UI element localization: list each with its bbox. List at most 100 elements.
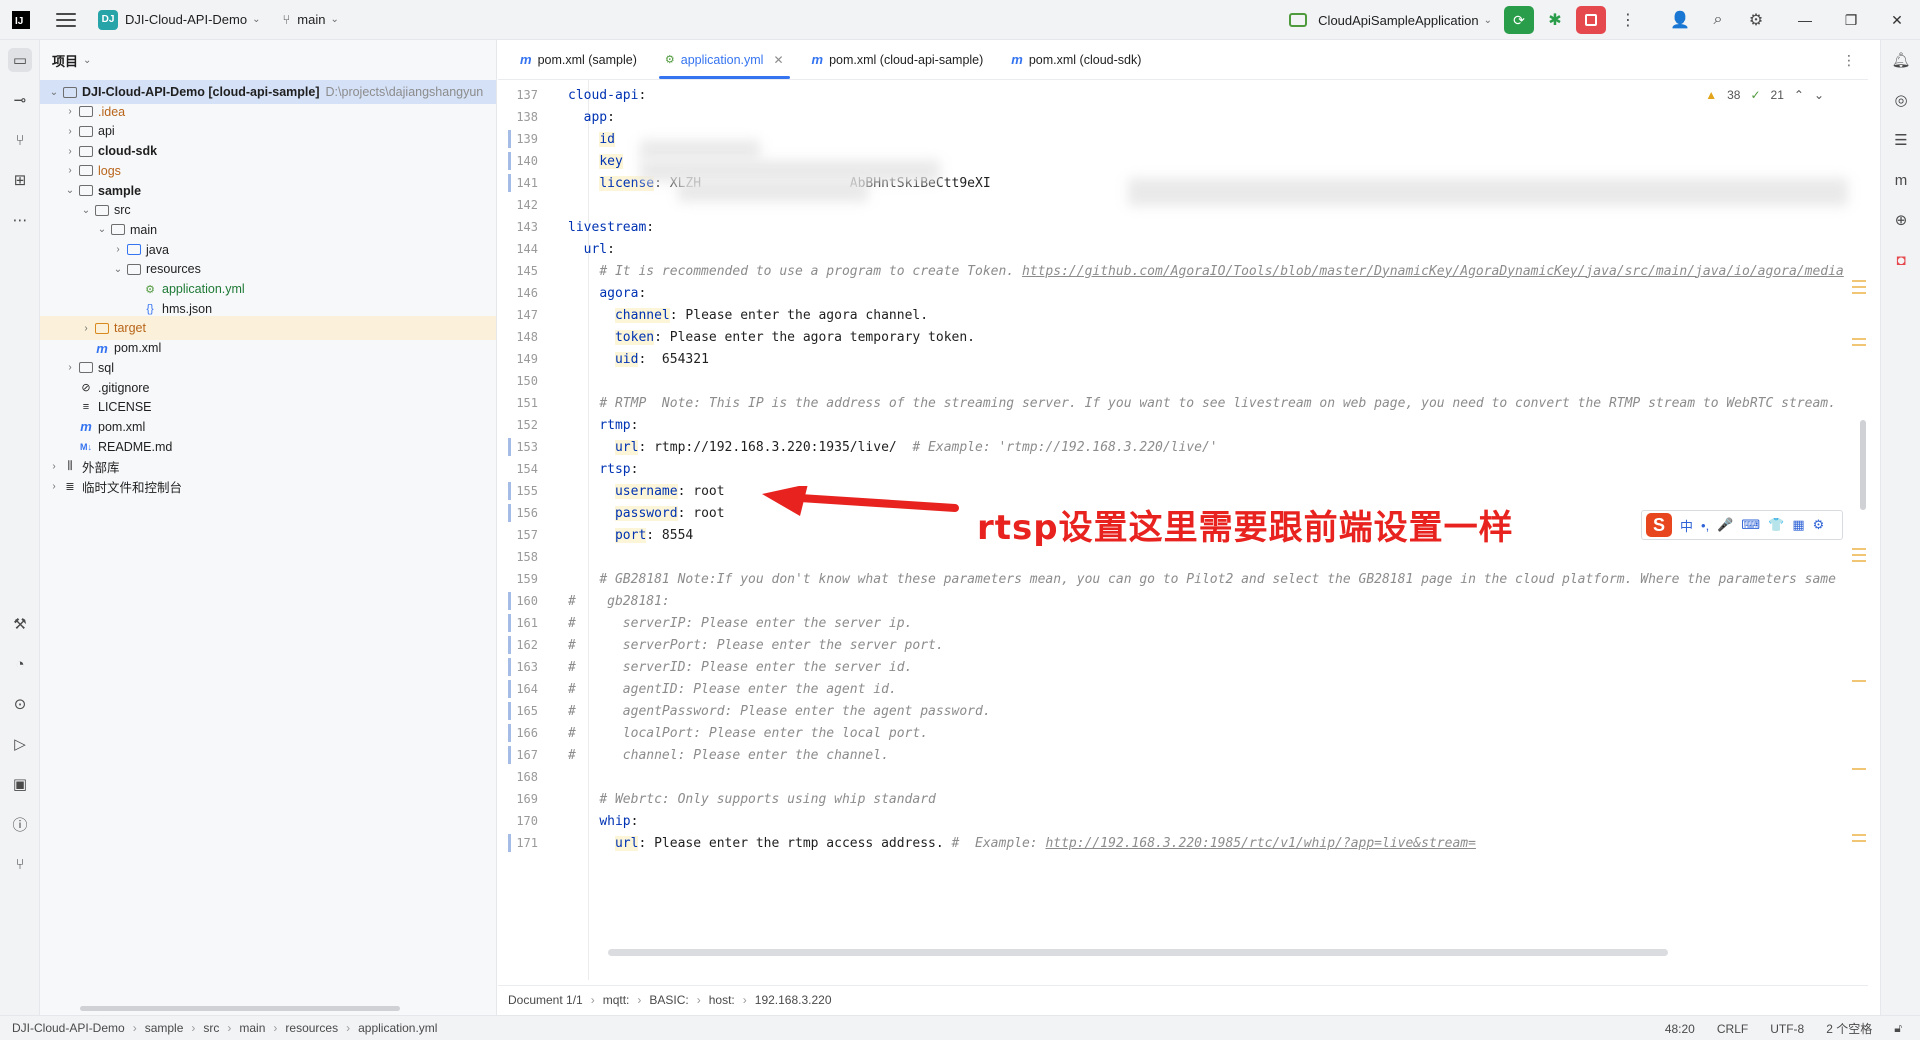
ime-skin-icon[interactable]: 👕: [1768, 517, 1784, 533]
services-icon[interactable]: ⊙: [8, 692, 32, 716]
add-user-icon[interactable]: 👤: [1664, 4, 1696, 36]
change-marker[interactable]: [508, 700, 568, 722]
branch-switcher[interactable]: main: [297, 12, 325, 27]
notifications-bell-icon[interactable]: 🔔︎: [1889, 48, 1913, 72]
chevron-right-icon[interactable]: ›: [78, 323, 94, 334]
problems-icon[interactable]: ⓘ: [8, 812, 32, 836]
status-breadcrumb-item[interactable]: sample: [145, 1021, 184, 1035]
change-marker[interactable]: [508, 172, 568, 194]
change-marker[interactable]: [508, 612, 568, 634]
code-line[interactable]: 166 # localPort: Please enter the local p…: [498, 722, 1868, 744]
code-line[interactable]: 137 cloud-api:: [498, 84, 1868, 106]
ime-punctuation-toggle[interactable]: •,: [1701, 518, 1709, 533]
tabs-more-icon[interactable]: ⋮: [1842, 52, 1856, 69]
plugin-icon[interactable]: ◘: [1889, 248, 1913, 272]
status-breadcrumb-item[interactable]: src: [203, 1021, 219, 1035]
code-line[interactable]: 152 rtmp:: [498, 414, 1868, 436]
status-breadcrumb-item[interactable]: resources: [285, 1021, 338, 1035]
yaml-breadcrumb-item[interactable]: mqtt:: [603, 993, 630, 1007]
yaml-breadcrumb-item[interactable]: BASIC:: [649, 993, 688, 1007]
code-line[interactable]: 161 # serverIP: Please enter the server i…: [498, 612, 1868, 634]
code-line[interactable]: 145 # It is recommended to use a program…: [498, 260, 1868, 282]
yaml-breadcrumb-item[interactable]: host:: [709, 993, 735, 1007]
change-marker[interactable]: [508, 502, 568, 524]
git-icon[interactable]: ⑂: [8, 852, 32, 876]
caret-position[interactable]: 48:20: [1665, 1022, 1695, 1036]
minimize-button[interactable]: —: [1782, 0, 1828, 40]
chevron-down-icon[interactable]: ⌄: [94, 224, 110, 235]
database-icon[interactable]: ☰: [1889, 128, 1913, 152]
rerun-button[interactable]: ⟳: [1504, 6, 1534, 34]
maven-icon[interactable]: m: [1889, 168, 1913, 192]
code-line[interactable]: 165 # agentPassword: Please enter the age…: [498, 700, 1868, 722]
code-line[interactable]: 162 # serverPort: Please enter the server…: [498, 634, 1868, 656]
change-marker[interactable]: [508, 590, 568, 612]
line-separator[interactable]: CRLF: [1717, 1022, 1748, 1036]
code-line[interactable]: 149 uid: 654321: [498, 348, 1868, 370]
change-marker[interactable]: [508, 832, 568, 854]
change-marker[interactable]: [508, 480, 568, 502]
change-marker[interactable]: [508, 656, 568, 678]
chevron-right-icon[interactable]: ›: [62, 146, 78, 157]
close-button[interactable]: ✕: [1874, 0, 1920, 40]
ime-keyboard-icon[interactable]: ⌨: [1741, 517, 1760, 533]
horizontal-scrollbar[interactable]: [608, 949, 1668, 956]
build-hammer-icon[interactable]: ⚒: [8, 612, 32, 636]
chevron-right-icon[interactable]: ›: [62, 126, 78, 137]
vertical-scrollbar[interactable]: [1860, 420, 1866, 510]
project-panel-header[interactable]: 项目 ⌄: [40, 40, 496, 80]
ime-voice-icon[interactable]: 🎤: [1717, 517, 1733, 533]
code-line[interactable]: 150: [498, 370, 1868, 392]
settings-gear-icon[interactable]: ⚙: [1740, 4, 1772, 36]
project-folder-icon[interactable]: ▭: [8, 48, 32, 72]
chevron-right-icon[interactable]: ›: [62, 106, 78, 117]
change-marker[interactable]: [508, 128, 568, 150]
code-line[interactable]: 164 # agentID: Please enter the agent id.: [498, 678, 1868, 700]
status-breadcrumb-item[interactable]: DJI-Cloud-API-Demo: [12, 1021, 125, 1035]
ime-toolbar[interactable]: S 中 •, 🎤 ⌨ 👕 ▦ ⚙: [1641, 510, 1843, 540]
restore-button[interactable]: ❐: [1828, 0, 1874, 40]
code-line[interactable]: 159 # GB28181 Note:If you don't know wha…: [498, 568, 1868, 590]
main-menu-button[interactable]: [56, 10, 76, 30]
status-breadcrumb-item[interactable]: main: [239, 1021, 265, 1035]
pull-requests-icon[interactable]: ⑂: [8, 128, 32, 152]
ai-assistant-icon[interactable]: ◎: [1889, 88, 1913, 112]
ime-language-toggle[interactable]: 中: [1680, 516, 1693, 535]
code-line[interactable]: 154 rtsp:: [498, 458, 1868, 480]
code-line[interactable]: 144 url:: [498, 238, 1868, 260]
file-encoding[interactable]: UTF-8: [1770, 1022, 1804, 1036]
structure-icon[interactable]: ⊞: [8, 168, 32, 192]
stop-button[interactable]: [1576, 6, 1606, 34]
chevron-right-icon[interactable]: ›: [62, 165, 78, 176]
code-line[interactable]: 153 url: rtmp://192.168.3.220:1935/live/…: [498, 436, 1868, 458]
yaml-breadcrumb-item[interactable]: Document 1/1: [508, 993, 583, 1007]
chevron-right-icon[interactable]: ›: [46, 481, 62, 492]
close-tab-icon[interactable]: ✕: [773, 53, 783, 67]
change-marker[interactable]: [508, 436, 568, 458]
more-actions-icon[interactable]: ⋮: [1612, 4, 1644, 36]
chevron-down-icon[interactable]: ⌄: [110, 264, 126, 275]
editor-tab[interactable]: ⚙ application.yml ✕: [651, 40, 798, 79]
chevron-right-icon[interactable]: ›: [110, 244, 126, 255]
chevron-right-icon[interactable]: ›: [62, 362, 78, 373]
editor-tab[interactable]: m pom.xml (cloud-api-sample): [798, 40, 998, 79]
more-tools-icon[interactable]: ⋯: [8, 208, 32, 232]
change-marker[interactable]: [508, 678, 568, 700]
project-switcher[interactable]: DJI-Cloud-API-Demo: [125, 12, 247, 27]
editor-tab[interactable]: m pom.xml (cloud-sdk): [997, 40, 1155, 79]
terminal-icon[interactable]: ▣: [8, 772, 32, 796]
code-line[interactable]: 151 # RTMP Note: This IP is the address …: [498, 392, 1868, 414]
code-line[interactable]: 170 whip:: [498, 810, 1868, 832]
indent-setting[interactable]: 2 个空格: [1826, 1020, 1872, 1037]
code-line[interactable]: 143 livestream:: [498, 216, 1868, 238]
code-line[interactable]: 160 # gb28181:: [498, 590, 1868, 612]
code-line[interactable]: 147 channel: Please enter the agora chan…: [498, 304, 1868, 326]
search-icon[interactable]: ⌕: [1702, 4, 1734, 36]
chevron-right-icon[interactable]: ›: [46, 461, 62, 472]
run-config-selector[interactable]: CloudApiSampleApplication: [1318, 13, 1478, 28]
chevron-down-icon[interactable]: ⌄: [46, 87, 62, 98]
status-breadcrumb-item[interactable]: application.yml: [358, 1021, 437, 1035]
change-marker[interactable]: [508, 150, 568, 172]
code-line[interactable]: 171 url: Please enter the rtmp access ad…: [498, 832, 1868, 854]
run-icon[interactable]: ▷: [8, 732, 32, 756]
